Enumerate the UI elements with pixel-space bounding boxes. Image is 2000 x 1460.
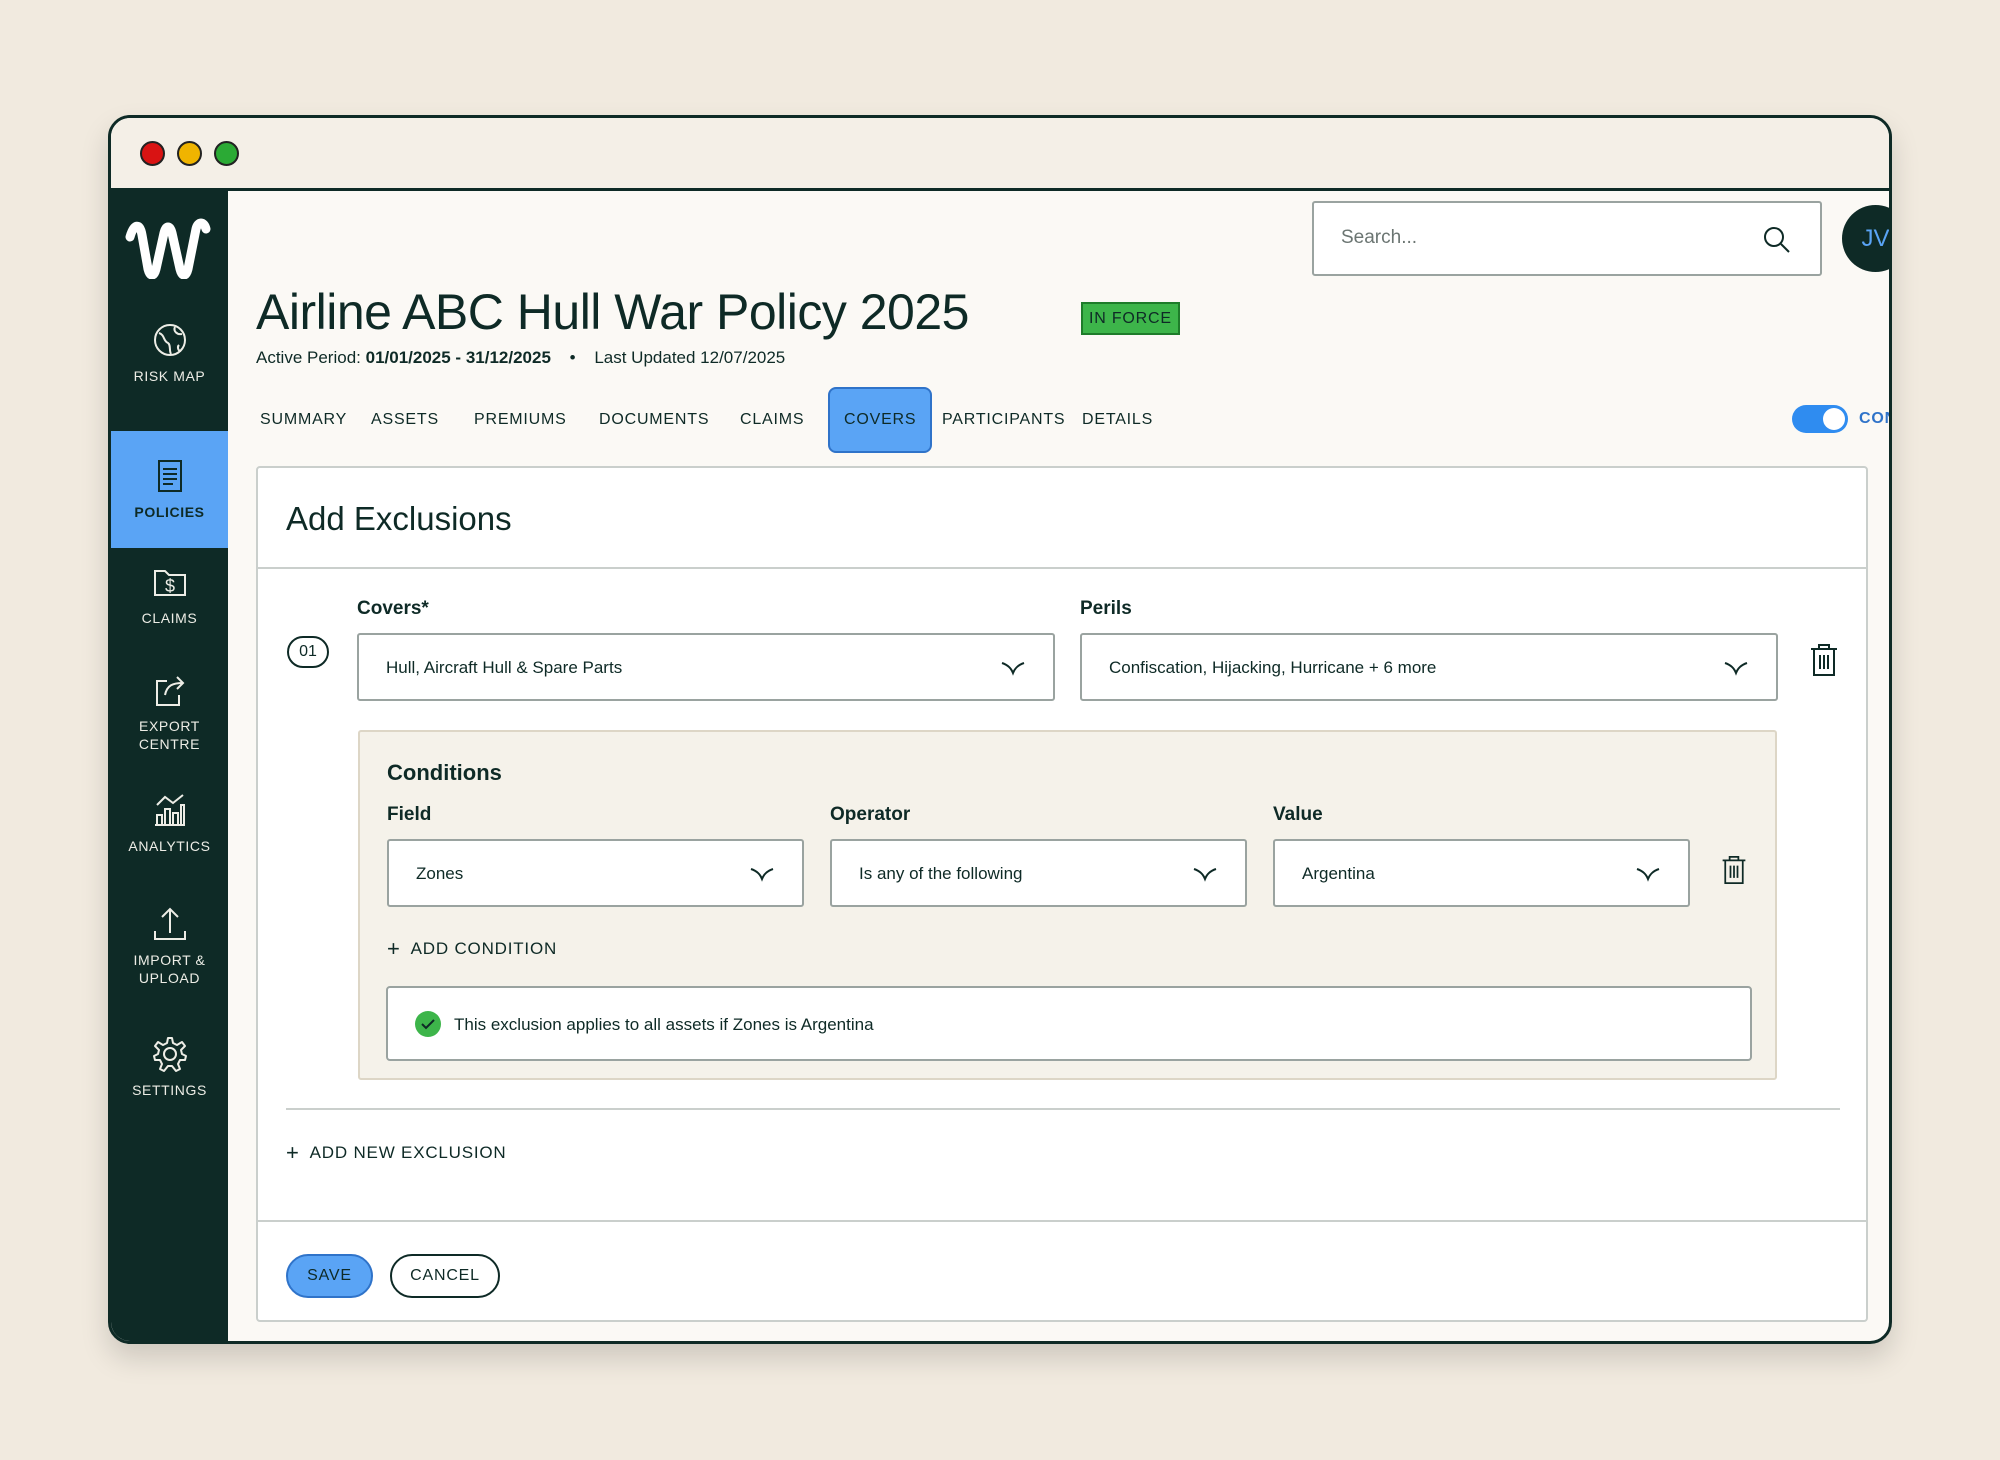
main-content: JV Airline ABC Hull War Policy 2025 IN F… [228,191,1889,1341]
tab-details[interactable]: DETAILS [1068,387,1167,453]
active-period-label: Active Period: [256,348,361,367]
tab-summary[interactable]: SUMMARY [246,387,361,453]
covers-label: Covers* [357,598,429,619]
add-new-exclusion-button[interactable]: + ADD NEW EXCLUSION [286,1140,507,1166]
config-mode-toggle[interactable] [1792,405,1848,433]
chevron-down-icon [1001,662,1025,676]
field-label: Field [387,804,432,825]
last-updated: Last Updated 12/07/2025 [594,348,786,367]
delete-condition-icon[interactable] [1720,854,1748,886]
chevron-down-icon [1724,662,1748,676]
chevron-down-icon [1193,868,1217,882]
value-label: Value [1273,804,1323,825]
add-condition-button[interactable]: + ADD CONDITION [387,936,557,962]
search-box[interactable] [1312,201,1822,276]
conditions-title: Conditions [387,760,502,785]
sidebar-item-label: POLICIES [134,504,205,520]
close-window-button[interactable] [140,141,165,166]
config-mode-label: CONFIG MODE [1859,410,1889,427]
chevron-down-icon [1636,868,1660,882]
maximize-window-button[interactable] [214,141,239,166]
sidebar-item-claims[interactable]: $ CLAIMS [111,563,228,680]
sidebar-item-risk-map[interactable]: RISK MAP [111,321,228,438]
sidebar-item-import-upload[interactable]: IMPORT & UPLOAD [111,905,228,1022]
sidebar: RISK MAP POLICIES $ CLAIMS EXPORT CENTRE… [111,191,228,1341]
sidebar-item-analytics[interactable]: ANALYTICS [111,791,228,908]
minimize-window-button[interactable] [177,141,202,166]
chevron-down-icon [750,868,774,882]
operator-label: Operator [830,804,911,825]
active-period-value: 01/01/2025 - 31/12/2025 [365,348,551,367]
value-select[interactable]: Argentina [1273,839,1690,907]
divider [286,1108,1840,1110]
export-icon [155,676,184,706]
covers-select[interactable]: Hull, Aircraft Hull & Spare Parts [357,633,1055,701]
status-badge: IN FORCE [1081,302,1180,335]
operator-value: Is any of the following [859,864,1023,883]
app-window: RISK MAP POLICIES $ CLAIMS EXPORT CENTRE… [108,115,1892,1344]
meta-separator: • [569,348,576,367]
field-select[interactable]: Zones [387,839,804,907]
cancel-button[interactable]: CANCEL [390,1254,500,1298]
toggle-knob [1823,408,1845,430]
folder-dollar-icon: $ [153,570,186,596]
tab-premiums[interactable]: PREMIUMS [460,387,581,453]
globe-icon [153,324,186,356]
perils-value: Confiscation, Hijacking, Hurricane + 6 m… [1109,658,1437,677]
condition-summary-text: This exclusion applies to all assets if … [454,1015,874,1034]
sidebar-item-label: EXPORT CENTRE [138,718,201,752]
delete-exclusion-icon[interactable] [1808,642,1840,678]
sidebar-item-label: IMPORT & UPLOAD [133,952,206,986]
sidebar-item-policies[interactable]: POLICIES [111,431,228,548]
operator-select[interactable]: Is any of the following [830,839,1247,907]
value-value: Argentina [1302,864,1375,883]
add-new-exclusion-label: ADD NEW EXCLUSION [309,1143,507,1162]
exclusion-number: 01 [287,636,329,668]
check-circle-icon [415,1011,441,1037]
tab-participants[interactable]: PARTICIPANTS [928,387,1079,453]
sidebar-item-label: CLAIMS [141,610,198,626]
panel-title: Add Exclusions [286,500,512,537]
plus-icon: + [387,936,401,961]
user-avatar[interactable]: JV [1842,205,1889,272]
footer-divider [258,1220,1866,1222]
sidebar-item-label: RISK MAP [133,368,206,384]
conditions-box: Conditions Field Zones Operator Is any o… [358,730,1777,1080]
tab-covers[interactable]: COVERS [828,387,933,453]
upload-icon [153,907,186,940]
panel-header: Add Exclusions [258,468,1866,569]
sidebar-item-label: SETTINGS [132,1082,207,1098]
tab-claims[interactable]: CLAIMS [726,387,818,453]
save-button[interactable]: SAVE [286,1254,373,1298]
sidebar-item-export-centre[interactable]: EXPORT CENTRE [111,671,228,788]
plus-icon: + [286,1140,300,1165]
gear-icon [152,1037,187,1072]
analytics-icon [154,794,185,826]
sidebar-item-settings[interactable]: SETTINGS [111,1035,228,1152]
search-input[interactable] [1341,227,1741,249]
title-bar [111,118,1889,191]
perils-label: Perils [1080,598,1132,619]
add-condition-label: ADD CONDITION [410,939,558,958]
page-title: Airline ABC Hull War Policy 2025 [256,284,969,340]
field-value: Zones [416,864,464,883]
condition-summary: This exclusion applies to all assets if … [386,986,1752,1061]
app-logo[interactable] [124,215,212,279]
sidebar-item-label: ANALYTICS [128,838,211,854]
tab-documents[interactable]: DOCUMENTS [585,387,723,453]
perils-select[interactable]: Confiscation, Hijacking, Hurricane + 6 m… [1080,633,1778,701]
document-icon [157,460,182,492]
policy-meta: Active Period: 01/01/2025 - 31/12/2025 •… [256,348,785,368]
add-exclusions-panel: Add Exclusions 01 Covers* Hull, Aircraft… [256,466,1868,1322]
tab-assets[interactable]: ASSETS [357,387,453,453]
svg-text:$: $ [164,576,174,596]
search-icon[interactable] [1762,225,1792,255]
covers-value: Hull, Aircraft Hull & Spare Parts [386,658,623,677]
